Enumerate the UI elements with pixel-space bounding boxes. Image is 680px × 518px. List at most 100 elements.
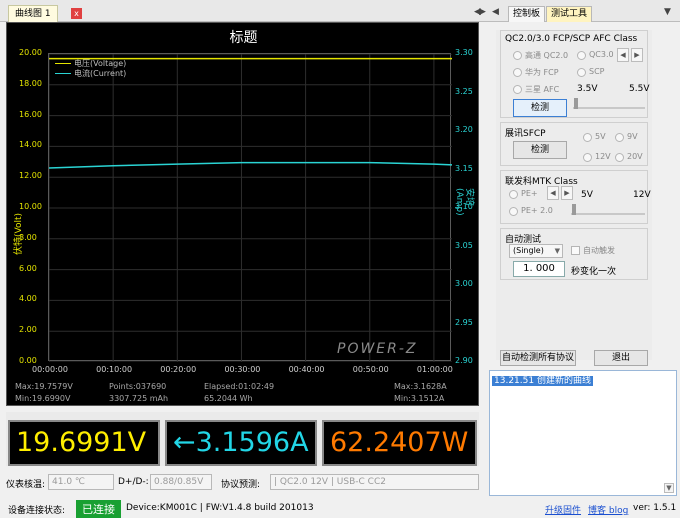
temp-value: 41.0 ℃ (48, 474, 114, 490)
qc-slider-thumb[interactable] (574, 98, 578, 109)
tab-dropdown-icon[interactable]: ▼ (664, 6, 671, 18)
mtk-group: 联发科MTK Class PE+ ◀ ▶ 5V 12V PE+ 2.0 (500, 170, 651, 224)
radio-fcp[interactable] (513, 68, 522, 77)
radio-qc30[interactable] (577, 51, 586, 60)
y-right-tick: 3.25 (455, 86, 473, 96)
info-row: 仪表核温: 41.0 ℃ D+/D-: 0.88/0.85V 协议预测: | Q… (6, 474, 479, 492)
radio-afc[interactable] (513, 85, 522, 94)
sfcp-detect-button[interactable]: 检测 (513, 141, 567, 159)
protocol-label: 协议预测: (221, 480, 261, 490)
legend-item-voltage: 电压(Voltage) (55, 58, 126, 68)
mtk-slider-thumb[interactable] (572, 204, 576, 215)
dpdm-label: D+/D-: (118, 477, 149, 487)
radio-sfcp-5v[interactable] (583, 133, 592, 142)
legend-label-current: 电流(Current) (74, 68, 127, 78)
radio-scp[interactable] (577, 68, 586, 77)
log-panel[interactable]: 13.21.51 创建新的曲线 ▼ (489, 370, 677, 496)
tab-scroll-right-icon[interactable]: ▶ (479, 6, 486, 18)
y-right-tick: 2.95 (455, 317, 473, 327)
status-label: 设备连接状态: (8, 506, 66, 516)
radio-qc20[interactable] (513, 51, 522, 60)
qc-step-left-button[interactable]: ◀ (617, 48, 629, 62)
mtk-range-min: 5V (581, 190, 593, 200)
radio-pe-plus-2-label: PE+ 2.0 (521, 206, 553, 215)
stat-mah: 3307.725 mAh (109, 394, 169, 403)
y-left-tick: 8.00 (19, 232, 37, 242)
close-tab-icon[interactable]: x (71, 8, 82, 19)
tab-control-board[interactable]: 控制板 (508, 6, 546, 22)
y-left-tick: 6.00 (19, 263, 37, 273)
test-tools-panel: QC2.0/3.0 FCP/SCP AFC Class 高通 QC2.0 QC3… (496, 30, 652, 366)
series-line-current (48, 161, 453, 169)
radio-sfcp-20v[interactable] (615, 153, 624, 162)
auto-detect-all-button[interactable]: 自动检测所有协议 (500, 350, 576, 366)
mtk-voltage-slider[interactable] (571, 203, 645, 215)
firmware-upgrade-link[interactable]: 升级固件 (545, 503, 581, 516)
stat-min-current: Min:3.1512A (394, 394, 445, 403)
auto-test-group: 自动测试 (Single) ▼ 自动触发 1. 000 秒变化一次 (500, 228, 648, 280)
radio-sfcp-9v[interactable] (615, 133, 624, 142)
qc-range-min: 3.5V (577, 84, 598, 94)
legend-swatch-current (55, 72, 71, 74)
x-tick: 01:00:00 (416, 365, 453, 374)
legend-swatch-voltage (55, 62, 71, 64)
y-left-tick: 14.00 (19, 140, 42, 150)
exit-button[interactable]: 退出 (594, 350, 648, 366)
radio-qc30-label: QC3.0 (589, 50, 614, 59)
connection-status-badge: 已连接 (76, 500, 121, 518)
radio-pe-plus-label: PE+ (521, 189, 538, 198)
y-right-tick: 3.20 (455, 125, 473, 134)
qc-afc-group: QC2.0/3.0 FCP/SCP AFC Class 高通 QC2.0 QC3… (500, 30, 650, 118)
mtk-step-left-button[interactable]: ◀ (547, 186, 559, 200)
y-left-tick: 16.00 (19, 109, 42, 119)
stat-min-voltage: Min:19.6990V (15, 394, 71, 403)
auto-trigger-label: 自动触发 (583, 246, 615, 255)
sfcp-group: 展讯SFCP 检测 5V 9V 12V 20V (500, 122, 648, 166)
version-label: ver: 1.5.1 (633, 503, 677, 513)
radio-sfcp-12v[interactable] (583, 153, 592, 162)
log-line-text: 13.21.51 创建新的曲线 (492, 376, 593, 386)
stat-elapsed: Elapsed:01:02:49 (204, 382, 275, 391)
interval-input[interactable]: 1. 000 (513, 261, 565, 277)
chart-plot-svg (48, 53, 453, 363)
qc-voltage-slider[interactable] (573, 97, 645, 109)
tab-chart-1[interactable]: 曲线图 1 (8, 5, 58, 22)
qc-range-max: 5.5V (629, 84, 650, 94)
stat-max-voltage: Max:19.7579V (15, 382, 73, 391)
tab-test-tools[interactable]: 测试工具 (546, 6, 593, 22)
radio-fcp-label: 华为 FCP (525, 68, 559, 77)
stat-points: Points:037690 (109, 382, 167, 391)
x-tick: 00:00:00 (32, 365, 68, 374)
scroll-down-icon[interactable]: ▼ (664, 483, 674, 493)
mtk-step-right-button[interactable]: ▶ (561, 186, 573, 200)
log-line: 13.21.51 创建新的曲线 (492, 373, 593, 386)
x-tick: 00:20:00 (160, 365, 197, 374)
qc-group-title: QC2.0/3.0 FCP/SCP AFC Class (505, 34, 638, 44)
blog-link[interactable]: 博客 blog (588, 503, 628, 516)
radio-pe-plus[interactable] (509, 190, 518, 199)
radio-afc-label: 三星 AFC (525, 85, 560, 94)
y-left-tick: 2.00 (19, 325, 37, 335)
qc-step-right-button[interactable]: ▶ (631, 48, 643, 62)
legend: 电压(Voltage) 电流(Current) (55, 58, 126, 78)
protocol-value: | QC2.0 12V | USB-C CC2 (270, 474, 479, 490)
auto-trigger-checkbox[interactable] (571, 246, 580, 255)
x-tick: 00:50:00 (352, 365, 389, 374)
dpdm-value: 0.88/0.85V (150, 474, 212, 490)
qc-detect-button[interactable]: 检测 (513, 99, 567, 117)
power-readout: 62.2407W (322, 420, 477, 466)
chevron-down-icon: ▼ (554, 247, 560, 255)
stat-max-current: Max:3.1628A (394, 382, 447, 391)
plot-area (48, 53, 453, 363)
y-right-tick: 3.15 (455, 163, 473, 173)
auto-mode-select[interactable]: (Single) ▼ (509, 244, 563, 258)
x-tick: 00:30:00 (224, 365, 261, 374)
y-left-tick: 10.00 (19, 202, 42, 211)
y-right-tick: 3.10 (455, 202, 473, 211)
radio-pe-plus-2[interactable] (509, 207, 518, 216)
stat-wh: 65.2044 Wh (204, 394, 253, 403)
radio-sfcp-12v-label: 12V (595, 152, 611, 161)
y-right-tick: 2.90 (455, 356, 473, 365)
y-left-tick: 20.00 (19, 48, 42, 57)
panel-collapse-icon[interactable]: ◀ (492, 6, 499, 18)
